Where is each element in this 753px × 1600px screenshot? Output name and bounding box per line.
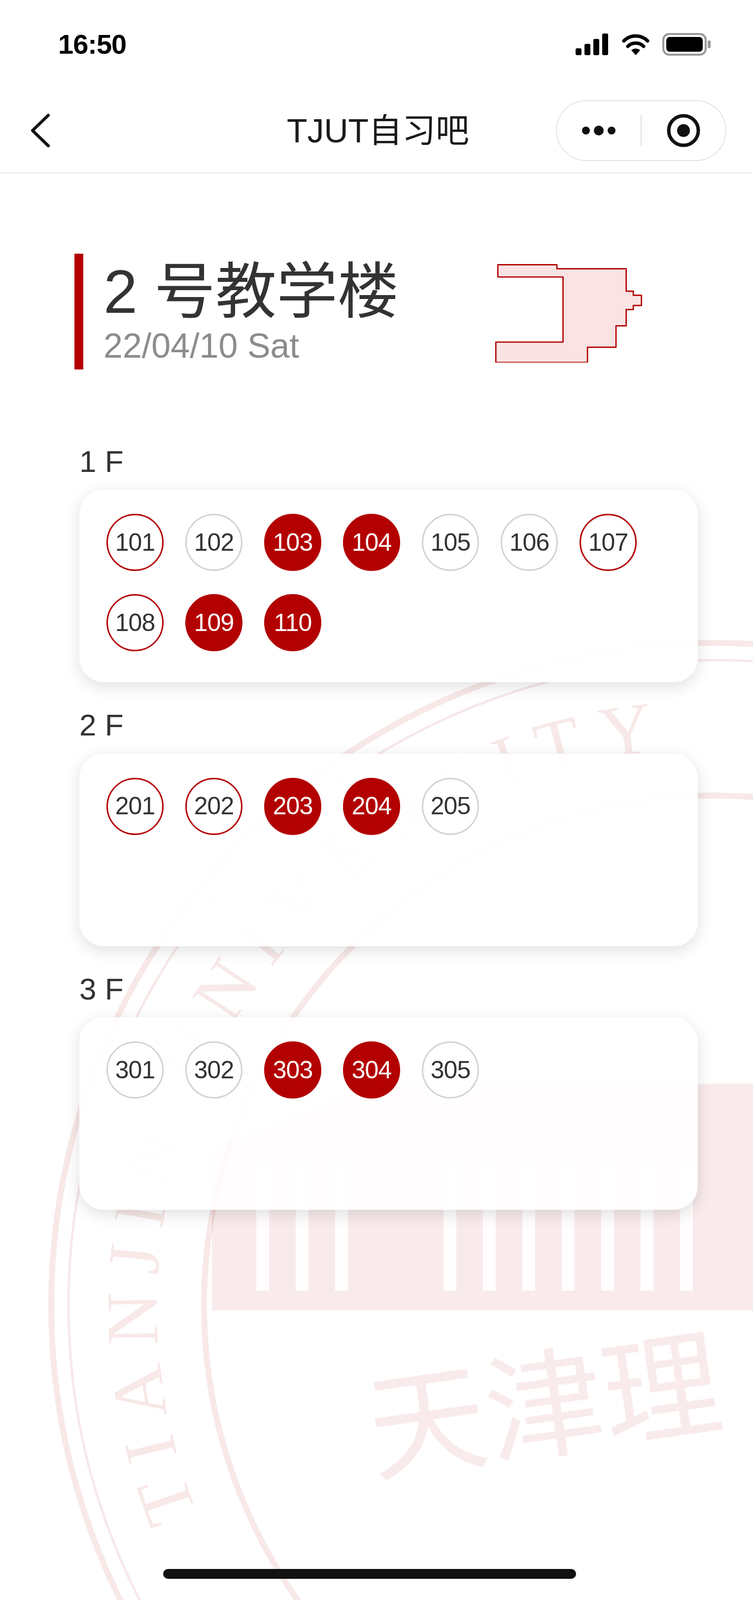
room-number: 304 xyxy=(351,1052,392,1090)
room-number: 108 xyxy=(115,604,155,642)
room-number: 302 xyxy=(194,1052,234,1090)
battery-icon xyxy=(662,33,712,56)
wifi-icon xyxy=(621,33,650,56)
room-number: 102 xyxy=(194,524,234,562)
room-number: 110 xyxy=(273,604,312,642)
floor-section: 1 F 101 102 103 104 105 106 107 108 109 110 xyxy=(79,443,698,683)
room-number: 202 xyxy=(194,787,234,825)
room-button[interactable]: 305 xyxy=(421,1041,480,1099)
watermark-name: 天津理 xyxy=(359,1315,730,1502)
menu-capsule xyxy=(555,100,727,162)
floor-card: 201 202 203 204 205 xyxy=(79,753,698,947)
close-button[interactable] xyxy=(641,112,726,149)
floor-section: 3 F 301 302 303 304 305 xyxy=(79,971,698,1211)
room-button[interactable]: 106 xyxy=(500,513,558,572)
building-plan-icon xyxy=(493,260,647,363)
room-number: 104 xyxy=(351,524,392,562)
room-number: 109 xyxy=(194,604,234,642)
room-number: 105 xyxy=(430,524,471,562)
room-number: 106 xyxy=(509,524,549,562)
room-button[interactable]: 110 xyxy=(264,594,322,652)
room-button[interactable]: 107 xyxy=(579,513,637,572)
room-button[interactable]: 205 xyxy=(421,778,480,836)
room-button[interactable]: 304 xyxy=(342,1041,401,1099)
room-number: 204 xyxy=(351,787,392,825)
room-button[interactable]: 203 xyxy=(264,778,322,836)
room-number: 301 xyxy=(115,1052,155,1090)
clock: 16:50 xyxy=(58,23,127,66)
date: 22/04/10 Sat xyxy=(103,326,399,367)
target-icon xyxy=(665,112,702,149)
floor-card: 101 102 103 104 105 106 107 108 109 110 xyxy=(79,489,698,683)
app-screen: TIANJIN UNIVERSITY 天津理 16:50 xyxy=(0,0,753,1600)
status-bar: 16:50 xyxy=(0,0,753,89)
more-button[interactable] xyxy=(556,125,641,136)
room-button[interactable]: 101 xyxy=(106,513,164,572)
floor-section: 2 F 201 202 203 204 205 xyxy=(79,707,698,947)
room-number: 203 xyxy=(273,787,313,825)
room-number: 205 xyxy=(430,787,471,825)
room-button[interactable]: 204 xyxy=(342,778,401,836)
room-number: 303 xyxy=(273,1052,313,1090)
room-button[interactable]: 102 xyxy=(185,513,243,572)
floor-label: 3 F xyxy=(79,971,698,1008)
room-button[interactable]: 301 xyxy=(106,1041,164,1099)
room-number: 201 xyxy=(115,787,155,825)
floor-card: 301 302 303 304 305 xyxy=(79,1017,698,1211)
more-dots-icon xyxy=(581,125,617,136)
back-icon[interactable] xyxy=(29,113,53,148)
room-number: 103 xyxy=(273,524,313,562)
room-button[interactable]: 104 xyxy=(342,513,401,572)
room-button[interactable]: 202 xyxy=(185,778,243,836)
signal-icon xyxy=(575,33,610,56)
room-button[interactable]: 109 xyxy=(185,594,243,652)
room-number: 101 xyxy=(115,524,155,562)
floor-label: 1 F xyxy=(79,443,698,480)
floor-list: 1 F1011021031041051061071081091102 F2012… xyxy=(0,369,698,1211)
page-title: TJUT自习吧 xyxy=(286,105,470,156)
room-button[interactable]: 303 xyxy=(264,1041,322,1099)
navigation-bar: TJUT自习吧 xyxy=(0,88,753,174)
room-button[interactable]: 302 xyxy=(185,1041,243,1099)
room-button[interactable]: 108 xyxy=(106,594,164,652)
room-button[interactable]: 105 xyxy=(421,513,480,572)
room-number: 305 xyxy=(430,1052,471,1090)
room-number: 107 xyxy=(588,524,628,562)
home-indicator[interactable] xyxy=(163,1569,577,1580)
room-button[interactable]: 201 xyxy=(106,778,164,836)
building-header: 2 号教学楼 22/04/10 Sat xyxy=(0,253,753,370)
floor-label: 2 F xyxy=(79,707,698,744)
building-name: 2 号教学楼 xyxy=(103,257,399,327)
room-button[interactable]: 103 xyxy=(264,513,322,572)
